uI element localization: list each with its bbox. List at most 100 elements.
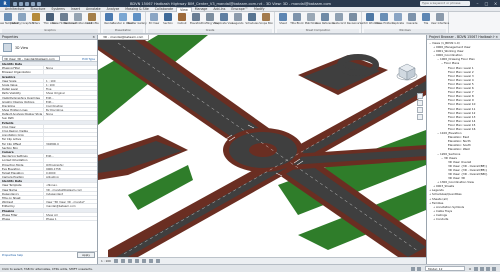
property-value[interactable]: Edit... bbox=[44, 96, 97, 99]
property-value[interactable] bbox=[44, 125, 97, 128]
section-button[interactable]: Section bbox=[162, 13, 174, 29]
detail-level-icon[interactable] bbox=[113, 259, 118, 263]
property-value[interactable]: By Discipline bbox=[44, 108, 97, 111]
apply-button[interactable]: Apply bbox=[77, 252, 95, 258]
search-input[interactable]: Type a keyword or phrase bbox=[420, 1, 470, 6]
view-scale[interactable]: 1 : 100 bbox=[101, 259, 111, 263]
schedules-button[interactable]: Schedules bbox=[245, 13, 259, 29]
thin-lines-button[interactable]: Thin Lines bbox=[43, 13, 57, 29]
render-button[interactable]: Render bbox=[103, 13, 115, 29]
instance-dropdown[interactable]: 3D View: 3D - mandal@bataam.com bbox=[2, 56, 60, 61]
app-menu-button[interactable]: R bbox=[0, 0, 10, 7]
property-value[interactable]: Adjusting bbox=[44, 175, 97, 178]
property-value[interactable]: Orthographic bbox=[44, 163, 97, 166]
browser-tree-item[interactable]: +Conduits bbox=[427, 217, 500, 221]
filter-icon[interactable] bbox=[492, 266, 496, 271]
property-value[interactable] bbox=[44, 70, 97, 73]
replicate-button[interactable]: Replicate bbox=[392, 13, 404, 29]
close-button[interactable]: × bbox=[491, 0, 500, 7]
visual-style-icon[interactable] bbox=[120, 259, 125, 263]
shadows-icon[interactable] bbox=[134, 259, 139, 263]
view-templates-button[interactable]: View Templates bbox=[0, 13, 18, 29]
tab-annotate[interactable]: Annotate bbox=[83, 7, 104, 11]
sync-icon[interactable] bbox=[417, 266, 422, 271]
tab-systems[interactable]: Systems bbox=[48, 7, 68, 11]
open-icon[interactable] bbox=[13, 1, 17, 6]
3d-viewport[interactable]: 3D - mandal@bataam.com bbox=[98, 35, 426, 257]
show-hidden-lines-button[interactable]: Show Hidden Lines bbox=[52, 13, 76, 29]
minimize-button[interactable]: – bbox=[473, 0, 482, 7]
property-value[interactable]: mandal@bataam.com bbox=[44, 204, 97, 207]
render-in-cloud-button[interactable]: Render in Cloud bbox=[113, 13, 133, 29]
property-value[interactable]: 9066.1758 bbox=[44, 167, 97, 170]
property-value[interactable]: Edit... bbox=[44, 154, 97, 157]
crop-view-icon[interactable] bbox=[141, 259, 146, 263]
tab-enscape-[interactable]: Enscape™ bbox=[228, 7, 251, 11]
close-hidden-button[interactable]: Close Hidden bbox=[375, 13, 393, 29]
3d-view-button[interactable]: 3D View bbox=[148, 13, 160, 29]
active-workset-dropdown[interactable]: Model: 12 bbox=[425, 266, 466, 271]
visibility-graphics-button[interactable]: Visibility/ Graphics bbox=[10, 13, 34, 29]
title-block-button[interactable]: Title Block bbox=[290, 13, 304, 29]
property-value[interactable] bbox=[44, 158, 97, 161]
drafting-view-button[interactable]: Drafting View bbox=[201, 13, 219, 29]
remove-hidden-lines-button[interactable]: Remove Hidden Lines bbox=[64, 13, 92, 29]
user-interface-button[interactable]: User Interface bbox=[431, 13, 449, 29]
property-value[interactable] bbox=[44, 133, 97, 136]
property-value[interactable] bbox=[44, 129, 97, 132]
cascade-button[interactable]: Cascade bbox=[406, 13, 418, 29]
undo-icon[interactable] bbox=[25, 1, 29, 6]
property-value[interactable] bbox=[44, 196, 97, 199]
render-gallery-button[interactable]: Render Gallery bbox=[127, 13, 147, 29]
edit-type-button[interactable]: Edit Type bbox=[82, 57, 95, 61]
property-value[interactable] bbox=[44, 137, 97, 140]
elevation-button[interactable]: Elevation bbox=[190, 13, 202, 29]
legends-button[interactable]: Legends bbox=[232, 13, 244, 29]
tab-massing-site[interactable]: Massing & Site bbox=[122, 7, 152, 11]
matchline-button[interactable]: Matchline bbox=[305, 13, 317, 29]
close-icon[interactable]: × bbox=[92, 35, 95, 39]
lock-view-icon[interactable] bbox=[148, 259, 153, 263]
sun-path-icon[interactable] bbox=[127, 259, 132, 263]
callout-button[interactable]: Callout bbox=[176, 13, 188, 29]
select-pinned-icon[interactable] bbox=[486, 266, 490, 271]
property-value[interactable]: View "3D View: 3D - mandal" bbox=[44, 200, 97, 203]
view-reference-button[interactable]: View Reference bbox=[315, 13, 335, 29]
tile-button[interactable]: Tile bbox=[420, 13, 432, 29]
property-value[interactable] bbox=[44, 146, 97, 149]
sheet-button[interactable]: Sheet bbox=[277, 13, 289, 29]
viewcube-icon[interactable] bbox=[396, 61, 418, 83]
properties-help-link[interactable]: Properties help bbox=[2, 253, 23, 257]
save-icon[interactable] bbox=[19, 1, 23, 6]
switch-windows-button[interactable]: Switch Windows bbox=[360, 13, 381, 29]
hide-isolate-icon[interactable] bbox=[155, 259, 160, 263]
property-value[interactable]: Show All bbox=[44, 213, 97, 216]
tab-add-ins[interactable]: Add-Ins bbox=[210, 7, 228, 11]
duplicate-view-button[interactable]: Duplicate View bbox=[214, 13, 234, 29]
tab-architecture[interactable]: Architecture bbox=[2, 7, 28, 11]
property-value[interactable]: 304800.0 bbox=[44, 142, 97, 145]
scope-box-button[interactable]: Scope Box bbox=[259, 13, 273, 29]
property-value[interactable]: Coordination bbox=[44, 104, 97, 107]
cut-profile-button[interactable]: Cut Profile bbox=[85, 13, 99, 29]
close-icon[interactable]: × bbox=[495, 35, 498, 39]
tab-view[interactable]: View bbox=[176, 6, 192, 12]
property-value[interactable]: Independent bbox=[44, 192, 97, 195]
steering-wheel-icon[interactable] bbox=[417, 93, 423, 99]
property-value[interactable]: Fine bbox=[44, 87, 97, 90]
tab-structure[interactable]: Structure bbox=[28, 7, 49, 11]
select-links-icon[interactable] bbox=[474, 266, 478, 271]
property-value[interactable]: None bbox=[44, 112, 97, 115]
property-value[interactable]: 1 : 100 bbox=[44, 79, 97, 82]
tab-manage[interactable]: Manage bbox=[192, 7, 211, 11]
worksharing-icon[interactable] bbox=[411, 266, 416, 271]
orbit-icon[interactable] bbox=[417, 114, 423, 120]
tab-insert[interactable]: Insert bbox=[68, 7, 83, 11]
property-value[interactable]: 3D - mandal@bataam.com bbox=[44, 188, 97, 191]
property-value[interactable]: None bbox=[44, 66, 97, 69]
maximize-button[interactable]: □ bbox=[482, 0, 491, 7]
property-value[interactable]: Phase 1 bbox=[44, 217, 97, 220]
property-value[interactable]: Edit... bbox=[44, 100, 97, 103]
type-selector[interactable]: 3D View bbox=[0, 40, 97, 56]
tab-collaborate[interactable]: Collaborate bbox=[152, 7, 176, 11]
